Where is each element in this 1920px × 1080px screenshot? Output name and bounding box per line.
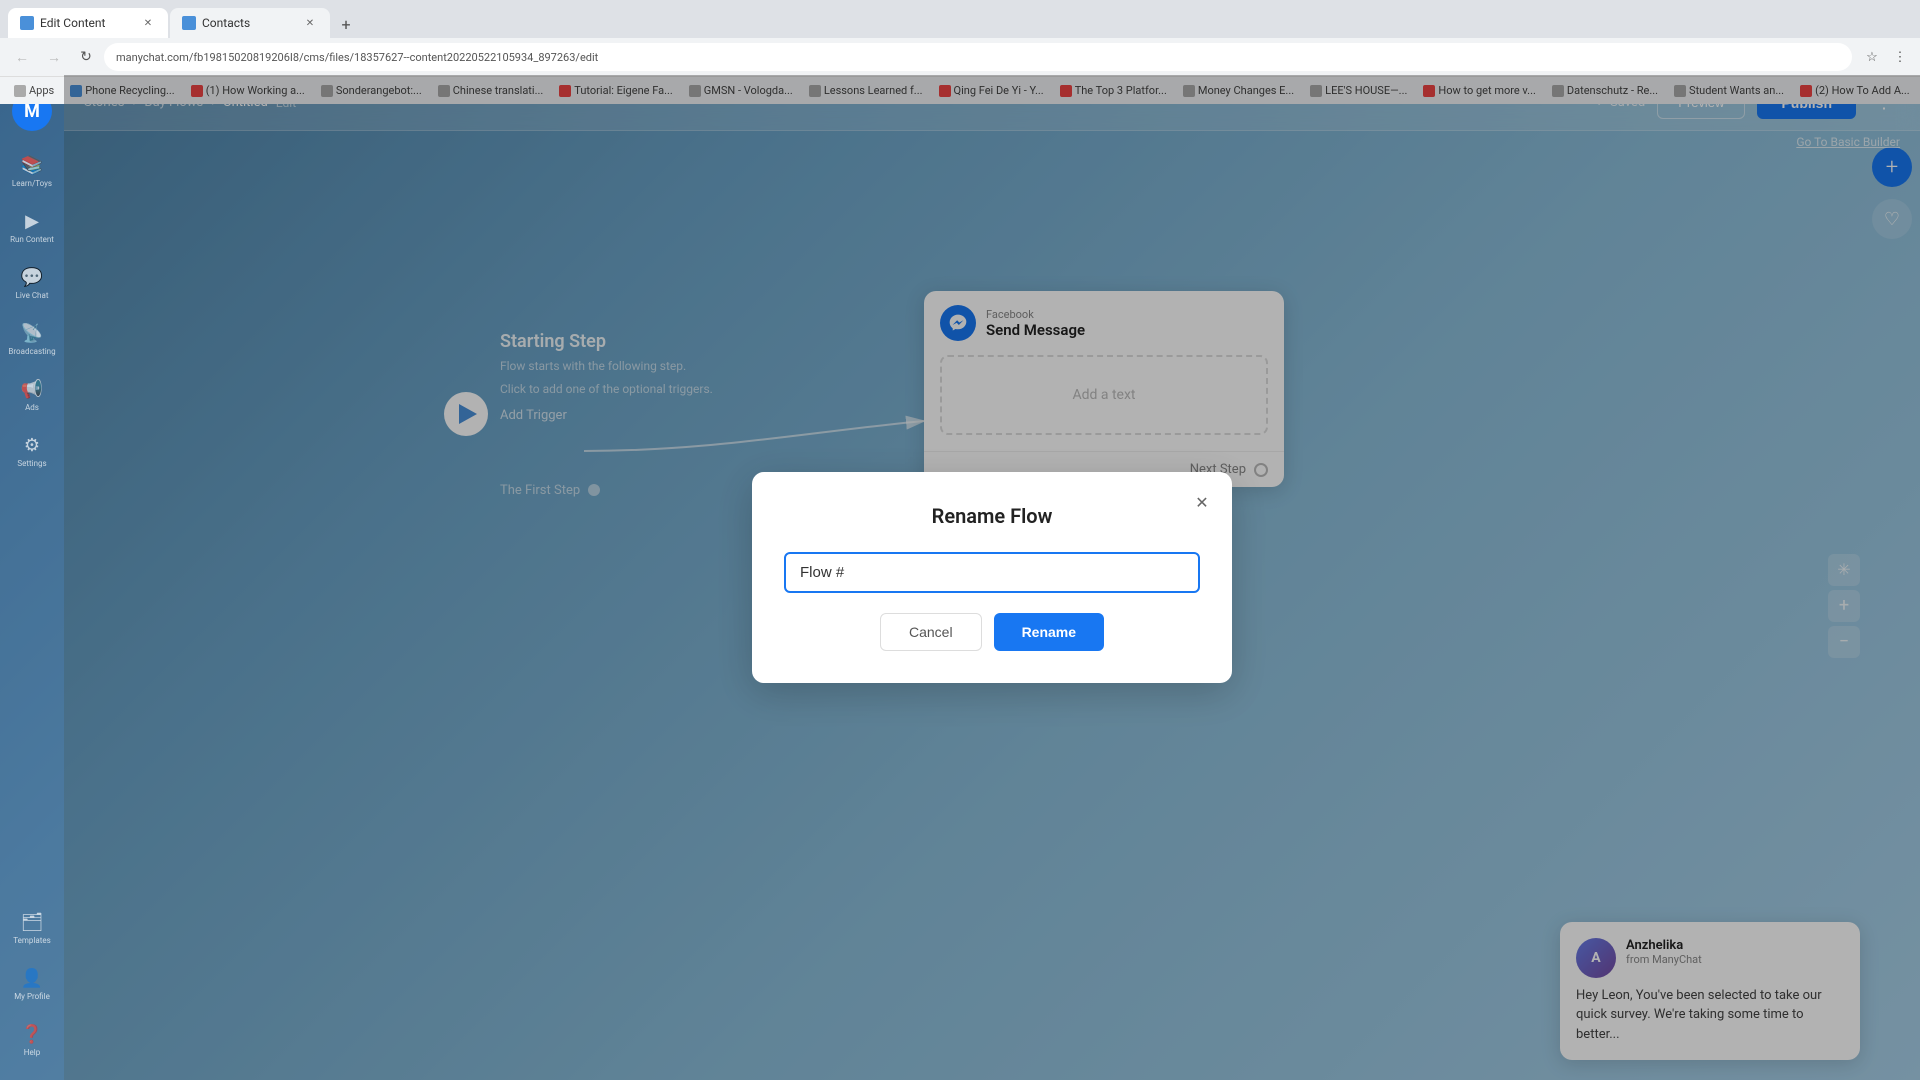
learn-toys-icon: 📚 (21, 155, 43, 176)
broadcasting-icon: 📡 (21, 323, 43, 344)
extension-icon[interactable]: ⋮ (1888, 45, 1912, 69)
rename-button[interactable]: Rename (994, 613, 1104, 651)
bookmark-apps-label: Apps (29, 84, 54, 97)
bookmark-apps[interactable]: Apps (8, 82, 60, 99)
sidebar-item-my-profile-label: My Profile (14, 992, 50, 1001)
sidebar-item-run-content-label: Run Content (10, 235, 54, 244)
tab-favicon-contacts (182, 16, 196, 30)
sidebar-item-broadcasting-label: Broadcasting (8, 347, 55, 356)
sidebar-item-settings-label: Settings (17, 459, 46, 468)
run-content-icon: ▶ (25, 211, 39, 232)
cancel-button[interactable]: Cancel (880, 613, 982, 651)
settings-icon: ⚙ (24, 435, 40, 456)
modal-actions: Cancel Rename (784, 613, 1200, 651)
tab-contacts[interactable]: Contacts ✕ (170, 8, 330, 38)
sidebar-item-run-content[interactable]: ▶ Run Content (8, 203, 56, 251)
sidebar-item-my-profile[interactable]: 👤 My Profile (8, 960, 56, 1008)
bookmark-apps-icon (14, 85, 26, 97)
sidebar-item-learn-toys-label: Learn/Toys (12, 179, 52, 188)
sidebar-item-help[interactable]: ❓ Help (8, 1016, 56, 1064)
sidebar-item-help-label: Help (24, 1048, 40, 1057)
tab-close-edit[interactable]: ✕ (140, 15, 156, 31)
tab-label-contacts: Contacts (202, 16, 250, 30)
nav-bar: ← → ↻ manychat.com/fb19815020819206I8/cm… (0, 38, 1920, 76)
sidebar-item-broadcasting[interactable]: 📡 Broadcasting (8, 315, 56, 363)
tab-edit-content[interactable]: Edit Content ✕ (8, 8, 168, 38)
modal-overlay[interactable]: Rename Flow ✕ Cancel Rename (64, 75, 1920, 1080)
address-text: manychat.com/fb19815020819206I8/cms/file… (116, 51, 598, 64)
modal-title: Rename Flow (784, 504, 1200, 528)
sidebar-item-templates-label: Templates (13, 936, 50, 945)
tab-close-contacts[interactable]: ✕ (302, 15, 318, 31)
modal-close-button[interactable]: ✕ (1188, 488, 1216, 516)
ads-icon: 📢 (21, 379, 43, 400)
new-tab-button[interactable]: + (332, 10, 360, 38)
sidebar-item-templates[interactable]: 🗂 Templates (8, 904, 56, 952)
tab-bar: Edit Content ✕ Contacts ✕ + (0, 0, 1920, 38)
tab-favicon-edit (20, 16, 34, 30)
app-container: M 📚 Learn/Toys ▶ Run Content 💬 Live Chat… (0, 75, 1920, 1080)
sidebar-item-learn-toys[interactable]: 📚 Learn/Toys (8, 147, 56, 195)
sidebar-item-ads[interactable]: 📢 Ads (8, 371, 56, 419)
help-icon: ❓ (21, 1024, 43, 1045)
sidebar-bottom: 🗂 Templates 👤 My Profile ❓ Help (8, 904, 56, 1064)
sidebar-item-live-chat[interactable]: 💬 Live Chat (8, 259, 56, 307)
bookmark-star-icon[interactable]: ☆ (1860, 45, 1884, 69)
sidebar-item-live-chat-label: Live Chat (16, 291, 49, 300)
refresh-button[interactable]: ↻ (72, 43, 100, 71)
main-content: Stories › Buy Flows › Untitled Edit ✓ Sa… (64, 75, 1920, 1080)
back-button[interactable]: ← (8, 43, 36, 71)
templates-icon: 🗂 (21, 912, 44, 933)
my-profile-icon: 👤 (21, 968, 43, 989)
flow-name-input[interactable] (784, 552, 1200, 593)
tab-label-edit: Edit Content (40, 16, 105, 30)
rename-flow-modal: Rename Flow ✕ Cancel Rename (752, 472, 1232, 683)
forward-button[interactable]: → (40, 43, 68, 71)
sidebar: M 📚 Learn/Toys ▶ Run Content 💬 Live Chat… (0, 75, 64, 1080)
address-bar[interactable]: manychat.com/fb19815020819206I8/cms/file… (104, 43, 1852, 71)
nav-icons: ☆ ⋮ (1860, 45, 1912, 69)
browser-chrome: Edit Content ✕ Contacts ✕ + ← → ↻ manych… (0, 0, 1920, 75)
sidebar-item-ads-label: Ads (25, 403, 39, 412)
live-chat-icon: 💬 (21, 267, 43, 288)
sidebar-item-settings[interactable]: ⚙ Settings (8, 427, 56, 475)
